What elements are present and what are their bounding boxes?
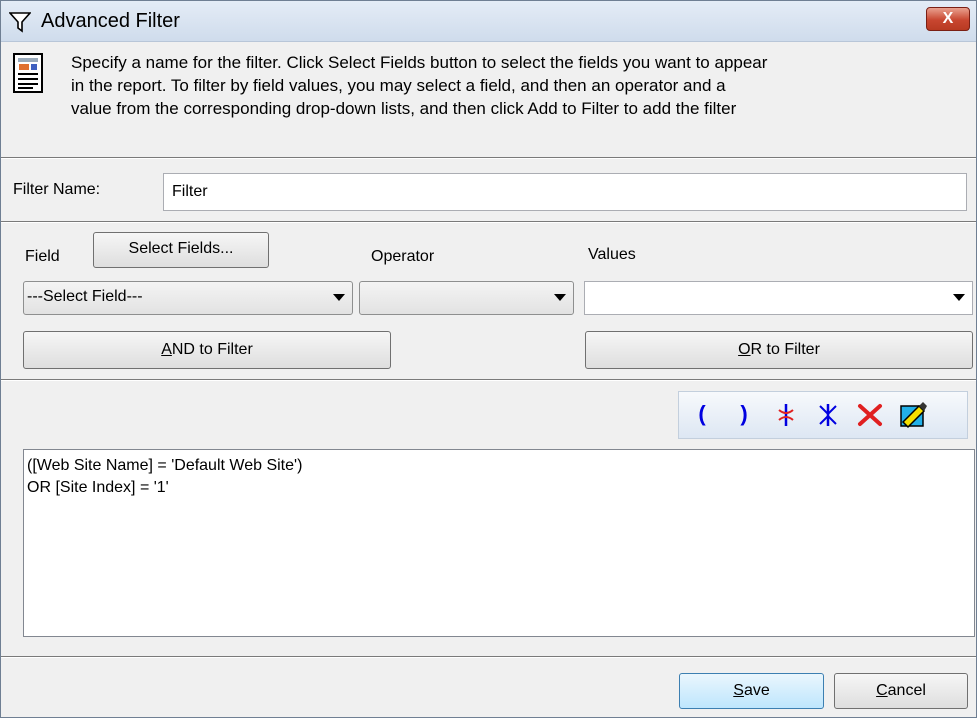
cancel-label: ancel <box>887 682 926 699</box>
or-button-label: R to Filter <box>750 341 820 358</box>
field-label: Field <box>25 248 60 265</box>
delete-icon[interactable] <box>855 400 885 430</box>
clear-icon[interactable] <box>897 400 927 430</box>
instructions-line: value from the corresponding drop-down l… <box>71 99 737 118</box>
instructions-line: in the report. To filter by field values… <box>71 76 726 95</box>
title-bar[interactable]: Advanced Filter X <box>1 1 976 42</box>
instructions-text: Specify a name for the filter. Click Sel… <box>71 51 971 120</box>
divider <box>1 221 976 223</box>
save-button[interactable]: Save <box>679 673 824 709</box>
field-dropdown-value: ---Select Field--- <box>27 288 143 305</box>
or-button-mnemonic: O <box>738 341 751 358</box>
save-label: ave <box>743 682 770 699</box>
document-icon <box>13 53 43 93</box>
expression-line: OR [Site Index] = '1' <box>27 479 169 496</box>
insert-or-icon[interactable] <box>813 400 843 430</box>
advanced-filter-dialog: Advanced Filter X Specify a name for the… <box>0 0 977 718</box>
filter-name-input[interactable]: Filter <box>163 173 967 211</box>
divider <box>1 656 976 658</box>
instructions-line: Specify a name for the filter. Click Sel… <box>71 53 768 72</box>
close-button[interactable]: X <box>926 7 970 31</box>
expression-toolbar: ( ) <box>678 391 968 439</box>
chevron-down-icon <box>554 294 566 301</box>
chevron-down-icon <box>333 294 345 301</box>
insert-and-icon[interactable] <box>771 400 801 430</box>
and-button-label: ND to Filter <box>171 341 253 358</box>
open-parenthesis-icon[interactable]: ( <box>687 400 717 430</box>
save-mnemonic: S <box>733 682 744 699</box>
field-dropdown[interactable]: ---Select Field--- <box>23 281 353 315</box>
divider <box>1 157 976 159</box>
window-title: Advanced Filter <box>41 10 180 32</box>
filter-expression-textarea[interactable]: ([Web Site Name] = 'Default Web Site') O… <box>23 449 975 637</box>
chevron-down-icon <box>953 294 965 301</box>
operator-label: Operator <box>371 248 435 265</box>
filter-icon <box>9 12 31 33</box>
values-label: Values <box>588 246 636 263</box>
filter-name-label: Filter Name: <box>13 181 101 198</box>
operator-dropdown[interactable] <box>359 281 574 315</box>
values-dropdown[interactable] <box>584 281 973 315</box>
close-parenthesis-icon[interactable]: ) <box>729 400 759 430</box>
and-to-filter-button[interactable]: AND to Filter <box>23 331 391 369</box>
cancel-button[interactable]: Cancel <box>834 673 968 709</box>
and-button-mnemonic: A <box>161 341 172 358</box>
cancel-mnemonic: C <box>876 682 888 699</box>
expression-line: ([Web Site Name] = 'Default Web Site') <box>27 457 303 474</box>
or-to-filter-button[interactable]: OR to Filter <box>585 331 973 369</box>
select-fields-button[interactable]: Select Fields... <box>93 232 269 268</box>
divider <box>1 379 976 381</box>
